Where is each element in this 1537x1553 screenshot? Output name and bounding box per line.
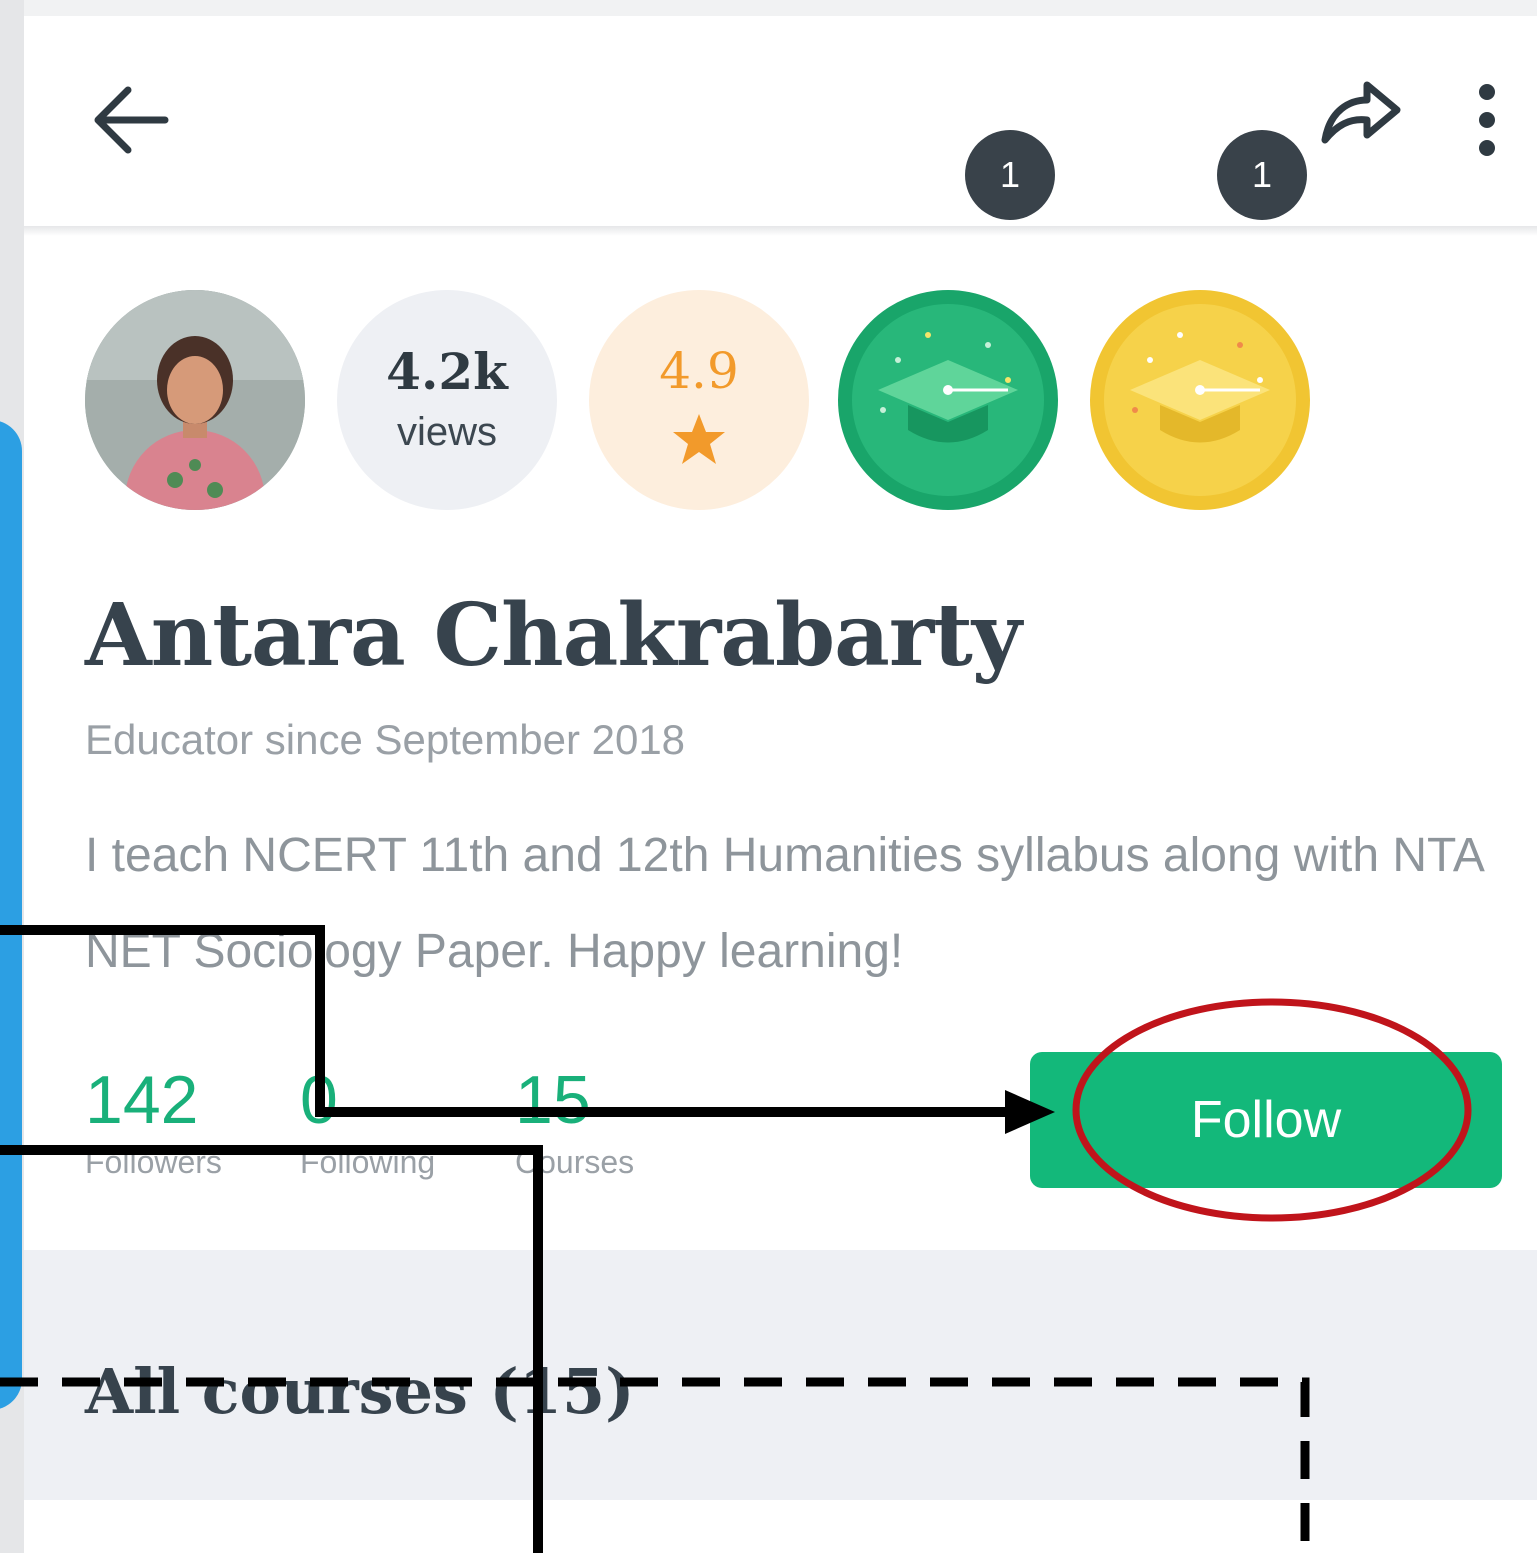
- avatar[interactable]: [85, 290, 305, 510]
- app-bar-divider: [24, 226, 1537, 236]
- rating-badge: 4.9: [589, 290, 809, 510]
- profile-badges: 4.2k views 4.9: [0, 290, 1537, 520]
- courses-stat[interactable]: 15 Courses: [515, 1062, 634, 1181]
- courses-label: Courses: [515, 1144, 635, 1180]
- educator-name: Antara Chakrabarty: [85, 585, 1022, 686]
- educator-badge-green[interactable]: [838, 290, 1058, 510]
- arrow-left-icon[interactable]: [80, 70, 190, 170]
- share-icon[interactable]: [1305, 65, 1415, 165]
- rating-value: 4.9: [659, 342, 739, 400]
- educator-badge-gold[interactable]: [1090, 290, 1310, 510]
- follow-button[interactable]: Follow: [1030, 1052, 1502, 1188]
- followers-stat[interactable]: 142 Followers: [85, 1062, 222, 1181]
- gold-badge-count: 1: [1217, 130, 1307, 220]
- following-label: Following: [300, 1144, 436, 1180]
- followers-label: Followers: [85, 1144, 222, 1180]
- avatar-photo: [85, 290, 305, 510]
- graduation-cap-icon: [1104, 304, 1296, 496]
- views-label: views: [396, 410, 498, 454]
- following-stat[interactable]: 0 Following: [300, 1062, 435, 1181]
- educator-since: Educator since September 2018: [85, 716, 686, 763]
- graduation-cap-icon: [852, 304, 1044, 496]
- more-vertical-icon[interactable]: [1455, 70, 1525, 170]
- courses-count: 15: [515, 1062, 591, 1138]
- followers-count: 142: [85, 1062, 199, 1138]
- following-count: 0: [300, 1062, 338, 1138]
- views-count: 4.2k: [386, 342, 508, 401]
- views-badge: 4.2k views: [337, 290, 557, 510]
- green-badge-count: 1: [965, 130, 1055, 220]
- profile-screen: 4.2k views 4.9 1 1 Antara Chakrabarty Ed…: [0, 0, 1537, 1553]
- all-courses-heading[interactable]: All courses (15): [85, 1355, 634, 1428]
- star-icon: [673, 414, 725, 464]
- educator-bio: I teach NCERT 11th and 12th Humanities s…: [85, 829, 1483, 978]
- side-blue-tab: [0, 420, 22, 1410]
- status-strip: [24, 0, 1537, 16]
